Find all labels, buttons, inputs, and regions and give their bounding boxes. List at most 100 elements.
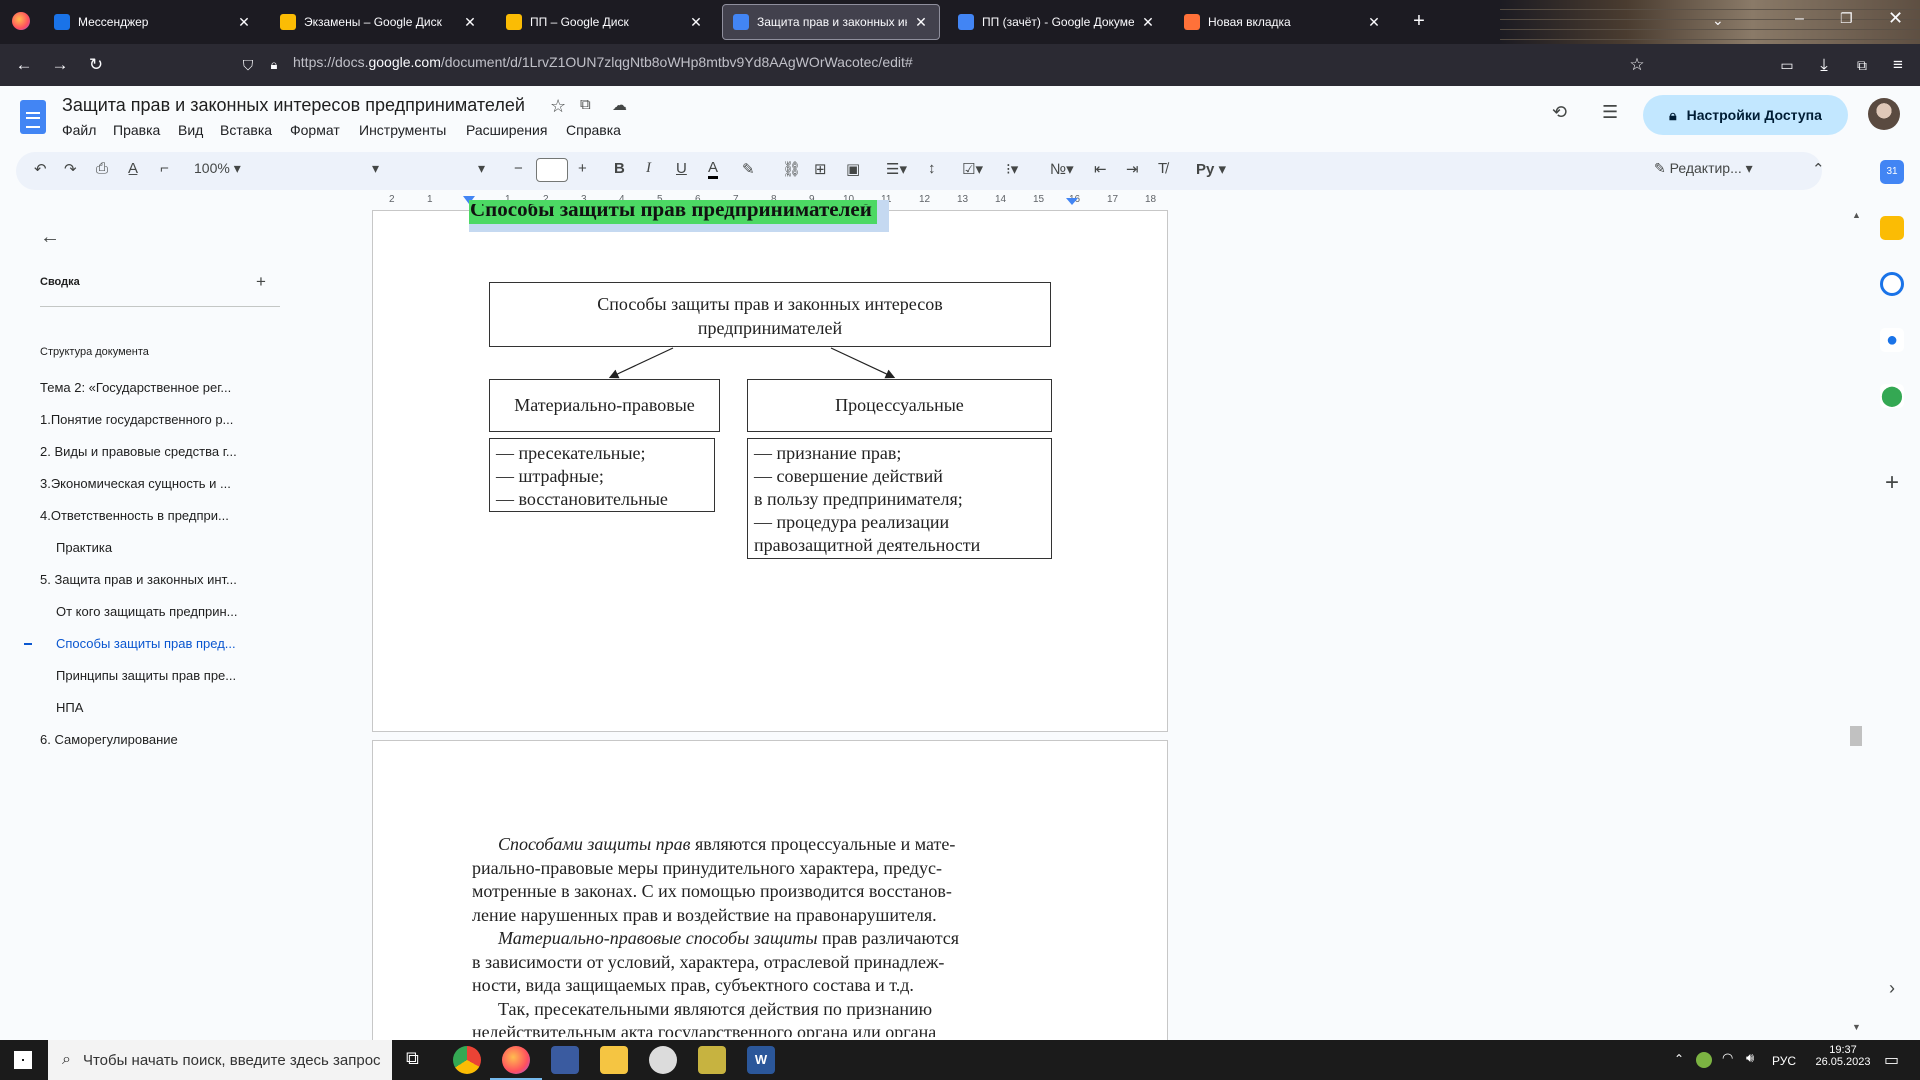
input-tools-icon[interactable]: Pу ▾	[1196, 160, 1226, 178]
browser-tab[interactable]: Новая вкладка ✕	[1174, 4, 1392, 40]
outline-item[interactable]: 6. Саморегулирование	[40, 732, 178, 747]
decrease-font-size-icon[interactable]: −	[514, 160, 523, 177]
outline-item[interactable]: От кого защищать предприн...	[56, 604, 238, 619]
outline-item[interactable]: 4.Ответственность в предпри...	[40, 508, 229, 523]
outline-item[interactable]: Принципы защиты прав пре...	[56, 668, 236, 683]
contacts-icon[interactable]: ●	[1880, 328, 1904, 352]
collapse-menus-icon[interactable]: ⌃	[1812, 160, 1825, 178]
tray-chevron-icon[interactable]: ⌃	[1674, 1052, 1684, 1066]
firefox-menu-icon[interactable]	[12, 12, 30, 30]
paragraph-line[interactable]: в зависимости от условий, характера, отр…	[472, 952, 944, 973]
highlight-icon[interactable]: ✎	[742, 160, 755, 178]
paragraph-line[interactable]: Материально-правовые способы защиты прав…	[498, 928, 959, 949]
outline-item[interactable]: 2. Виды и правовые средства г...	[40, 444, 237, 459]
extensions-icon[interactable]: ⧉	[1850, 54, 1874, 76]
language-indicator[interactable]: РУС	[1772, 1054, 1796, 1068]
close-tab-icon[interactable]: ✕	[913, 14, 929, 31]
bookmark-star-icon[interactable]: ☆	[1625, 54, 1649, 76]
app-icon[interactable]	[649, 1046, 677, 1074]
insert-image-icon[interactable]: ▣	[846, 160, 860, 178]
paragraph-line[interactable]: Так, пресекательными являются действия п…	[498, 999, 932, 1020]
avatar[interactable]	[1868, 98, 1900, 130]
scroll-down-icon[interactable]: ▼	[1852, 1022, 1861, 1032]
menu-item[interactable]: Инструменты	[359, 122, 446, 138]
scrollbar[interactable]: ▲ ▼	[1850, 210, 1862, 1040]
checklist-icon[interactable]: ☑▾	[962, 160, 983, 178]
wifi-icon[interactable]: ◠	[1722, 1050, 1733, 1066]
bold-icon[interactable]: B	[614, 160, 625, 177]
maximize-icon[interactable]: ❐	[1840, 10, 1853, 27]
notifications-icon[interactable]: ▭	[1884, 1050, 1899, 1070]
browser-tab[interactable]: Защита прав и законных инте... ✕	[722, 4, 940, 40]
outline-item[interactable]: Практика	[56, 540, 112, 555]
decrease-indent-icon[interactable]: ⇤	[1094, 160, 1107, 178]
paragraph-line[interactable]: Способами защиты прав являются процессуа…	[498, 834, 955, 855]
menu-item[interactable]: Файл	[62, 122, 96, 138]
increase-indent-icon[interactable]: ⇥	[1126, 160, 1139, 178]
forward-icon[interactable]: →	[48, 54, 72, 76]
add-comment-icon[interactable]: ⊞	[814, 160, 827, 178]
version-history-icon[interactable]: ⟲	[1552, 102, 1567, 123]
url-bar[interactable]: https://docs.google.com/document/d/1LrvZ…	[293, 54, 913, 70]
zoom-select[interactable]: 100% ▾	[194, 160, 241, 177]
outline-item[interactable]: 3.Экономическая сущность и ...	[40, 476, 231, 491]
close-tab-icon[interactable]: ✕	[462, 14, 478, 31]
scroll-up-icon[interactable]: ▲	[1852, 210, 1861, 220]
file-explorer-icon[interactable]	[600, 1046, 628, 1074]
italic-icon[interactable]: I	[646, 160, 651, 177]
close-tab-icon[interactable]: ✕	[236, 14, 252, 31]
menu-item[interactable]: Расширения	[466, 122, 547, 138]
browser-tab[interactable]: Экзамены – Google Диск ✕	[270, 4, 488, 40]
browser-tab[interactable]: ПП (зачёт) - Google Документ ✕	[948, 4, 1166, 40]
tasks-icon[interactable]	[1880, 272, 1904, 296]
scrollbar-thumb[interactable]	[1850, 726, 1862, 746]
bulleted-list-icon[interactable]: ⁝▾	[1006, 160, 1018, 178]
align-icon[interactable]: ☰▾	[886, 160, 907, 178]
outline-item[interactable]: 5. Защита прав и законных инт...	[40, 572, 237, 587]
lock-icon[interactable]: 🔒︎	[262, 54, 286, 76]
line-spacing-icon[interactable]: ↕	[928, 160, 936, 177]
task-view-icon[interactable]: ⧉	[406, 1048, 419, 1069]
outline-item[interactable]: 1.Понятие государственного р...	[40, 412, 233, 427]
clear-formatting-icon[interactable]: T̸	[1158, 160, 1167, 177]
menu-item[interactable]: Правка	[113, 122, 160, 138]
font-size-input[interactable]	[536, 158, 568, 182]
close-window-icon[interactable]: ✕	[1888, 8, 1903, 29]
star-icon[interactable]: ☆	[550, 96, 566, 117]
right-indent-marker-icon[interactable]	[1066, 198, 1078, 205]
close-tab-icon[interactable]: ✕	[688, 14, 704, 31]
move-folder-icon[interactable]: ⧉	[580, 96, 591, 113]
print-icon[interactable]: ⎙	[96, 160, 108, 177]
clock[interactable]: 19:37 26.05.2023	[1815, 1044, 1871, 1068]
archive-app-icon[interactable]	[698, 1046, 726, 1074]
undo-icon[interactable]: ↶	[34, 160, 47, 178]
spellcheck-icon[interactable]: A̲	[128, 160, 138, 177]
paragraph-line[interactable]: ление нарушенных прав и воздействие на п…	[472, 905, 937, 926]
underline-icon[interactable]: U	[676, 160, 687, 177]
add-summary-button[interactable]: +	[256, 272, 266, 292]
save-app-icon[interactable]	[551, 1046, 579, 1074]
font-select-chevron-icon[interactable]: ▾	[478, 160, 485, 177]
comments-icon[interactable]: ☰	[1602, 102, 1618, 123]
minimize-icon[interactable]: –	[1795, 10, 1804, 28]
link-icon[interactable]: ⛓	[782, 160, 801, 178]
calendar-icon[interactable]: 31	[1880, 160, 1904, 184]
tray-app-icon[interactable]	[1696, 1052, 1712, 1068]
share-button[interactable]: 🔒︎ Настройки Доступа	[1643, 95, 1848, 135]
cloud-status-icon[interactable]: ☁	[612, 96, 627, 114]
browser-tab[interactable]: ПП – Google Диск ✕	[496, 4, 714, 40]
outline-item[interactable]: Тема 2: «Государственное рег...	[40, 380, 231, 395]
keep-icon[interactable]	[1880, 216, 1904, 240]
menu-item[interactable]: Формат	[290, 122, 340, 138]
chrome-icon[interactable]	[453, 1046, 481, 1074]
outline-item[interactable]: Способы защиты прав пред...	[56, 636, 236, 651]
paint-format-icon[interactable]: ⌐	[160, 160, 169, 177]
style-select-chevron-icon[interactable]: ▾	[372, 160, 379, 177]
browser-tab[interactable]: Мессенджер ✕	[44, 4, 262, 40]
close-tab-icon[interactable]: ✕	[1366, 14, 1382, 31]
show-side-panel-icon[interactable]: ›	[1880, 976, 1904, 1000]
menu-item[interactable]: Вид	[178, 122, 203, 138]
paragraph-line[interactable]: мотренные в законах. С их помощью произв…	[472, 881, 952, 902]
increase-font-size-icon[interactable]: +	[578, 160, 587, 177]
app-menu-icon[interactable]: ≡	[1886, 54, 1910, 76]
